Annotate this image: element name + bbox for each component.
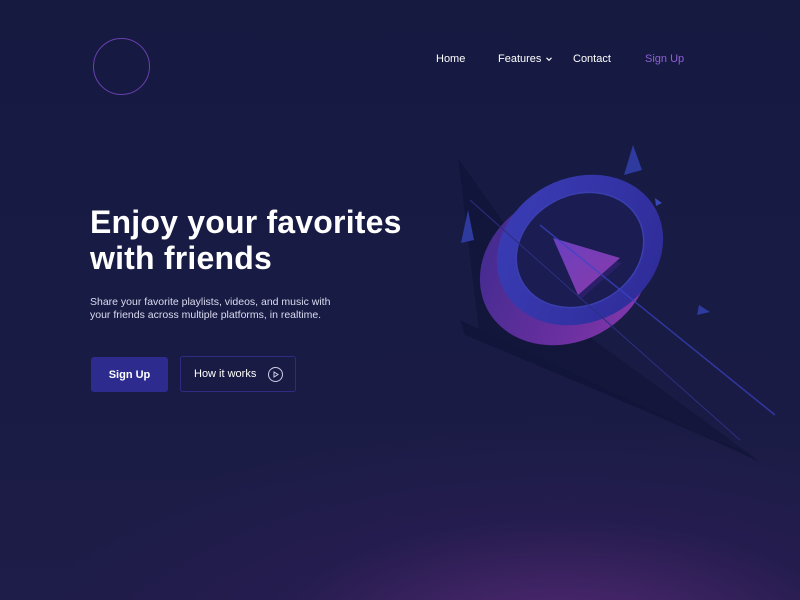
hero-description: Share your favorite playlists, videos, a…: [90, 296, 331, 321]
nav-contact-label: Contact: [573, 53, 611, 65]
nav-home-link[interactable]: Home: [436, 53, 465, 65]
nav-features-label: Features: [498, 53, 542, 65]
nav-signup-label: Sign Up: [645, 53, 685, 65]
nav-features-dropdown[interactable]: Features: [498, 53, 553, 65]
nav-signup-link[interactable]: Sign Up: [645, 53, 684, 65]
hero-title-line-2: with friends: [90, 240, 272, 276]
nav-home-label: Home: [436, 53, 466, 65]
how-it-works-button[interactable]: How it works: [180, 356, 296, 392]
how-it-works-label: How it works: [194, 368, 257, 380]
play-button-illustration: [458, 145, 776, 462]
signup-button-label: Sign Up: [108, 368, 151, 381]
hero-title-line-1: Enjoy your favorites: [90, 204, 402, 240]
chevron-down-icon: [546, 57, 553, 62]
nav-contact-link[interactable]: Contact: [573, 53, 611, 65]
hero-title: Enjoy your favorites with friends: [90, 204, 450, 276]
signup-button[interactable]: Sign Up: [91, 357, 168, 392]
play-circle-icon: [268, 366, 284, 382]
top-navigation: Home Features Contact Sign Up: [0, 53, 800, 71]
